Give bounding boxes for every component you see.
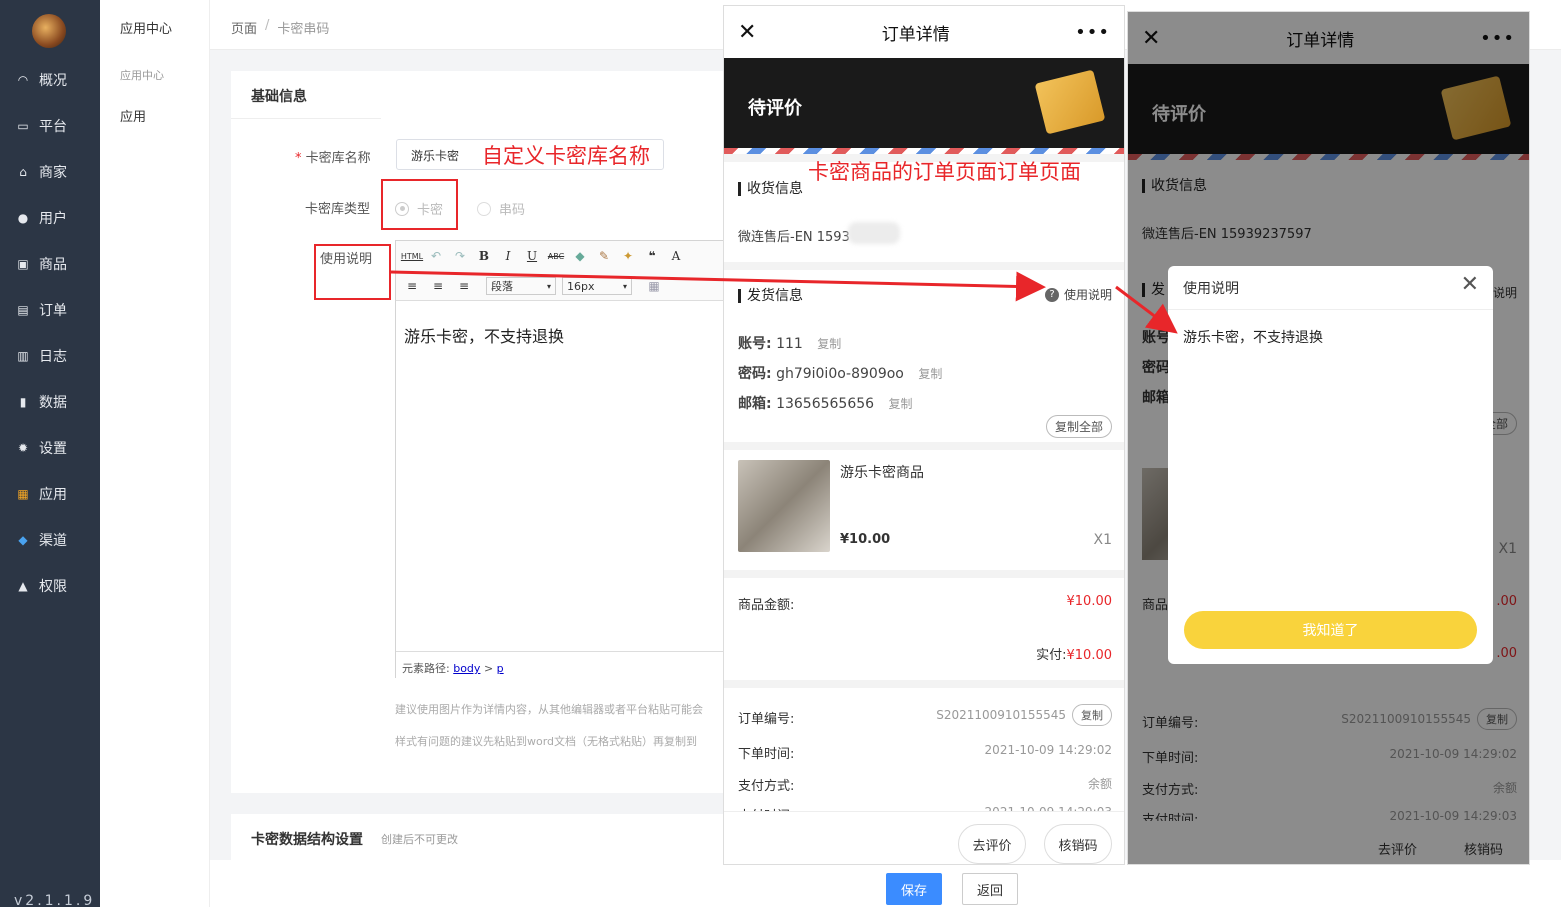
arrow-to-usage-link (390, 270, 1046, 302)
annotation-arrows (390, 270, 1178, 334)
arrow-to-modal (1115, 285, 1178, 334)
